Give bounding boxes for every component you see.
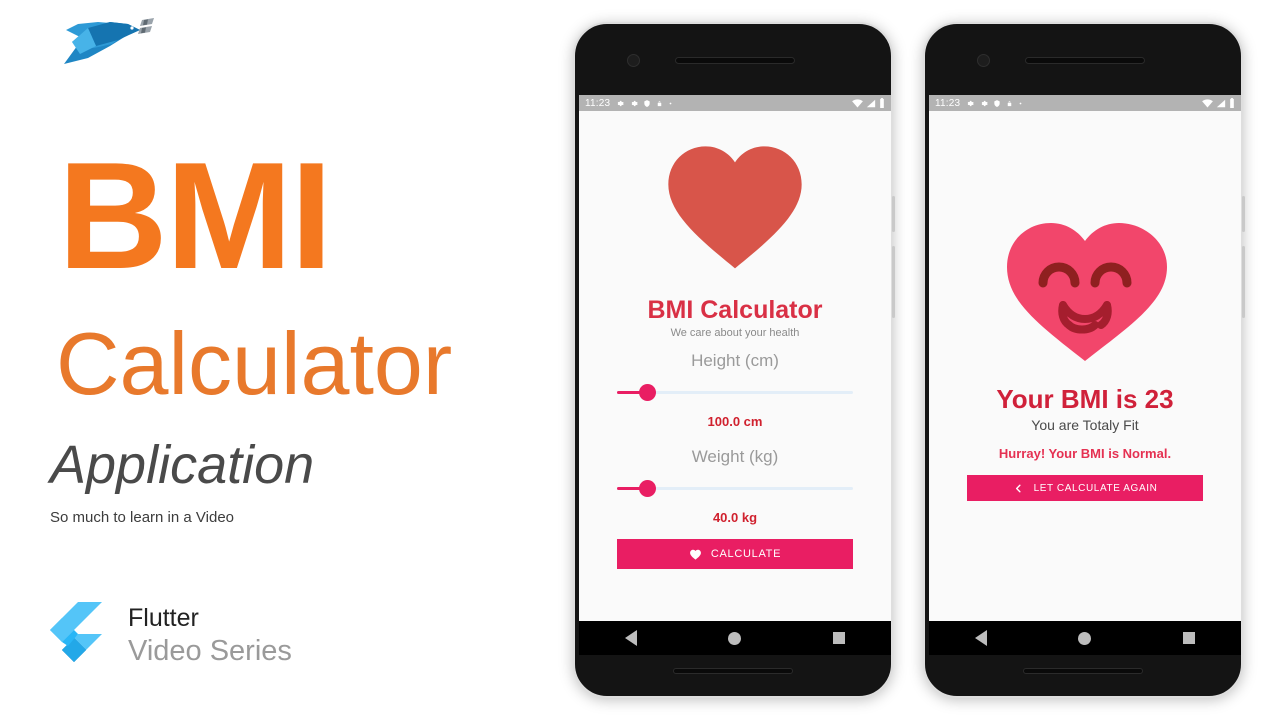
wifi-icon <box>852 98 863 108</box>
battery-icon <box>1230 98 1234 108</box>
bird-logo-icon <box>48 6 158 78</box>
promo-title-calculator: Calculator <box>56 314 453 413</box>
dot-icon <box>669 102 672 104</box>
recents-square-icon[interactable] <box>833 632 846 644</box>
calculate-again-button[interactable]: LET CALCULATE AGAIN <box>967 475 1203 501</box>
phone-mockup-2: 11:23 Your BMI is 23 You are Totaly Fit … <box>923 22 1245 698</box>
status-bar-2: 11:23 <box>929 95 1241 111</box>
wifi-icon <box>1202 98 1213 108</box>
status-time: 11:23 <box>935 97 961 109</box>
gear-icon <box>617 100 624 106</box>
dot-icon <box>1019 102 1022 104</box>
weight-slider[interactable] <box>617 476 853 502</box>
input-section: Height (cm) 100.0 cm Weight (kg) 40.0 kg <box>579 351 891 569</box>
status-left-icons <box>615 99 673 108</box>
weight-slider-thumb[interactable] <box>639 480 656 497</box>
app-title: BMI Calculator <box>647 296 823 324</box>
status-right-icons <box>852 98 885 108</box>
calculate-again-button-label: LET CALCULATE AGAIN <box>1033 482 1158 494</box>
calculate-button[interactable]: CALCULATE <box>617 539 853 569</box>
shield-icon <box>994 99 1000 107</box>
bmi-result-message: Hurray! Your BMI is Normal. <box>998 446 1172 461</box>
flutter-name-label: Flutter <box>128 604 199 632</box>
volume-button[interactable] <box>1242 196 1245 232</box>
chevron-left-icon <box>1015 484 1021 492</box>
back-triangle-icon[interactable] <box>974 630 987 646</box>
android-nav-bar-2 <box>929 621 1241 655</box>
heart-icon <box>689 549 701 560</box>
bmi-result-status: You are Totaly Fit <box>1031 417 1139 433</box>
back-triangle-icon[interactable] <box>624 630 637 646</box>
weight-value: 40.0 kg <box>712 510 758 525</box>
lock-icon <box>1008 100 1012 106</box>
app-subtitle: We care about your health <box>670 327 800 339</box>
slide-canvas: BMI Calculator Application So much to le… <box>0 0 1280 720</box>
signal-icon <box>866 99 876 107</box>
phone-2-content: Your BMI is 23 You are Totaly Fit Hurray… <box>929 111 1241 631</box>
calculate-button-label: CALCULATE <box>710 548 782 560</box>
bmi-result-title: Your BMI is 23 <box>996 384 1174 414</box>
android-nav-bar-1 <box>579 621 891 655</box>
status-bar-1: 11:23 <box>579 95 891 111</box>
volume-button[interactable] <box>892 196 895 232</box>
smiling-heart-face-icon <box>1003 213 1167 370</box>
signal-icon <box>1216 99 1226 107</box>
recents-square-icon[interactable] <box>1183 632 1196 644</box>
status-time: 11:23 <box>585 97 611 109</box>
bottom-speaker-grille <box>673 668 793 674</box>
flutter-branding: Flutter Video Series <box>44 600 292 672</box>
battery-icon <box>880 98 884 108</box>
phone-1-screen: 11:23 BMI Calculator We care about your … <box>579 95 891 631</box>
height-slider-thumb[interactable] <box>639 384 656 401</box>
gear-icon <box>967 100 974 106</box>
height-slider[interactable] <box>617 380 853 406</box>
earpiece-speaker <box>1025 57 1145 64</box>
status-right-icons <box>1202 98 1235 108</box>
front-camera-icon <box>977 54 990 67</box>
lock-icon <box>658 100 662 106</box>
phone-mockup-1: 11:23 BMI Calculator We care about your … <box>573 22 895 698</box>
home-circle-icon[interactable] <box>728 631 742 645</box>
height-label: Height (cm) <box>691 351 779 370</box>
heart-icon <box>655 125 815 290</box>
promo-tagline: So much to learn in a Video <box>50 509 235 526</box>
promo-title-application: Application <box>50 435 315 495</box>
earpiece-speaker <box>675 57 795 64</box>
promo-title-bmi: BMI <box>58 131 333 301</box>
height-value: 100.0 cm <box>707 414 763 429</box>
status-left-icons <box>965 99 1023 108</box>
bottom-speaker-grille <box>1023 668 1143 674</box>
flutter-logo-icon <box>44 600 106 672</box>
phone-1-content: BMI Calculator We care about your health… <box>579 111 891 631</box>
shield-icon <box>644 99 650 107</box>
weight-label: Weight (kg) <box>691 447 779 466</box>
power-button[interactable] <box>1242 246 1245 318</box>
front-camera-icon <box>627 54 640 67</box>
home-circle-icon[interactable] <box>1078 631 1092 645</box>
phone-2-screen: 11:23 Your BMI is 23 You are Totaly Fit … <box>929 95 1241 631</box>
flutter-series-label: Video Series <box>128 635 292 667</box>
power-button[interactable] <box>892 246 895 318</box>
gear-icon <box>981 100 988 106</box>
gear-icon <box>631 100 638 106</box>
